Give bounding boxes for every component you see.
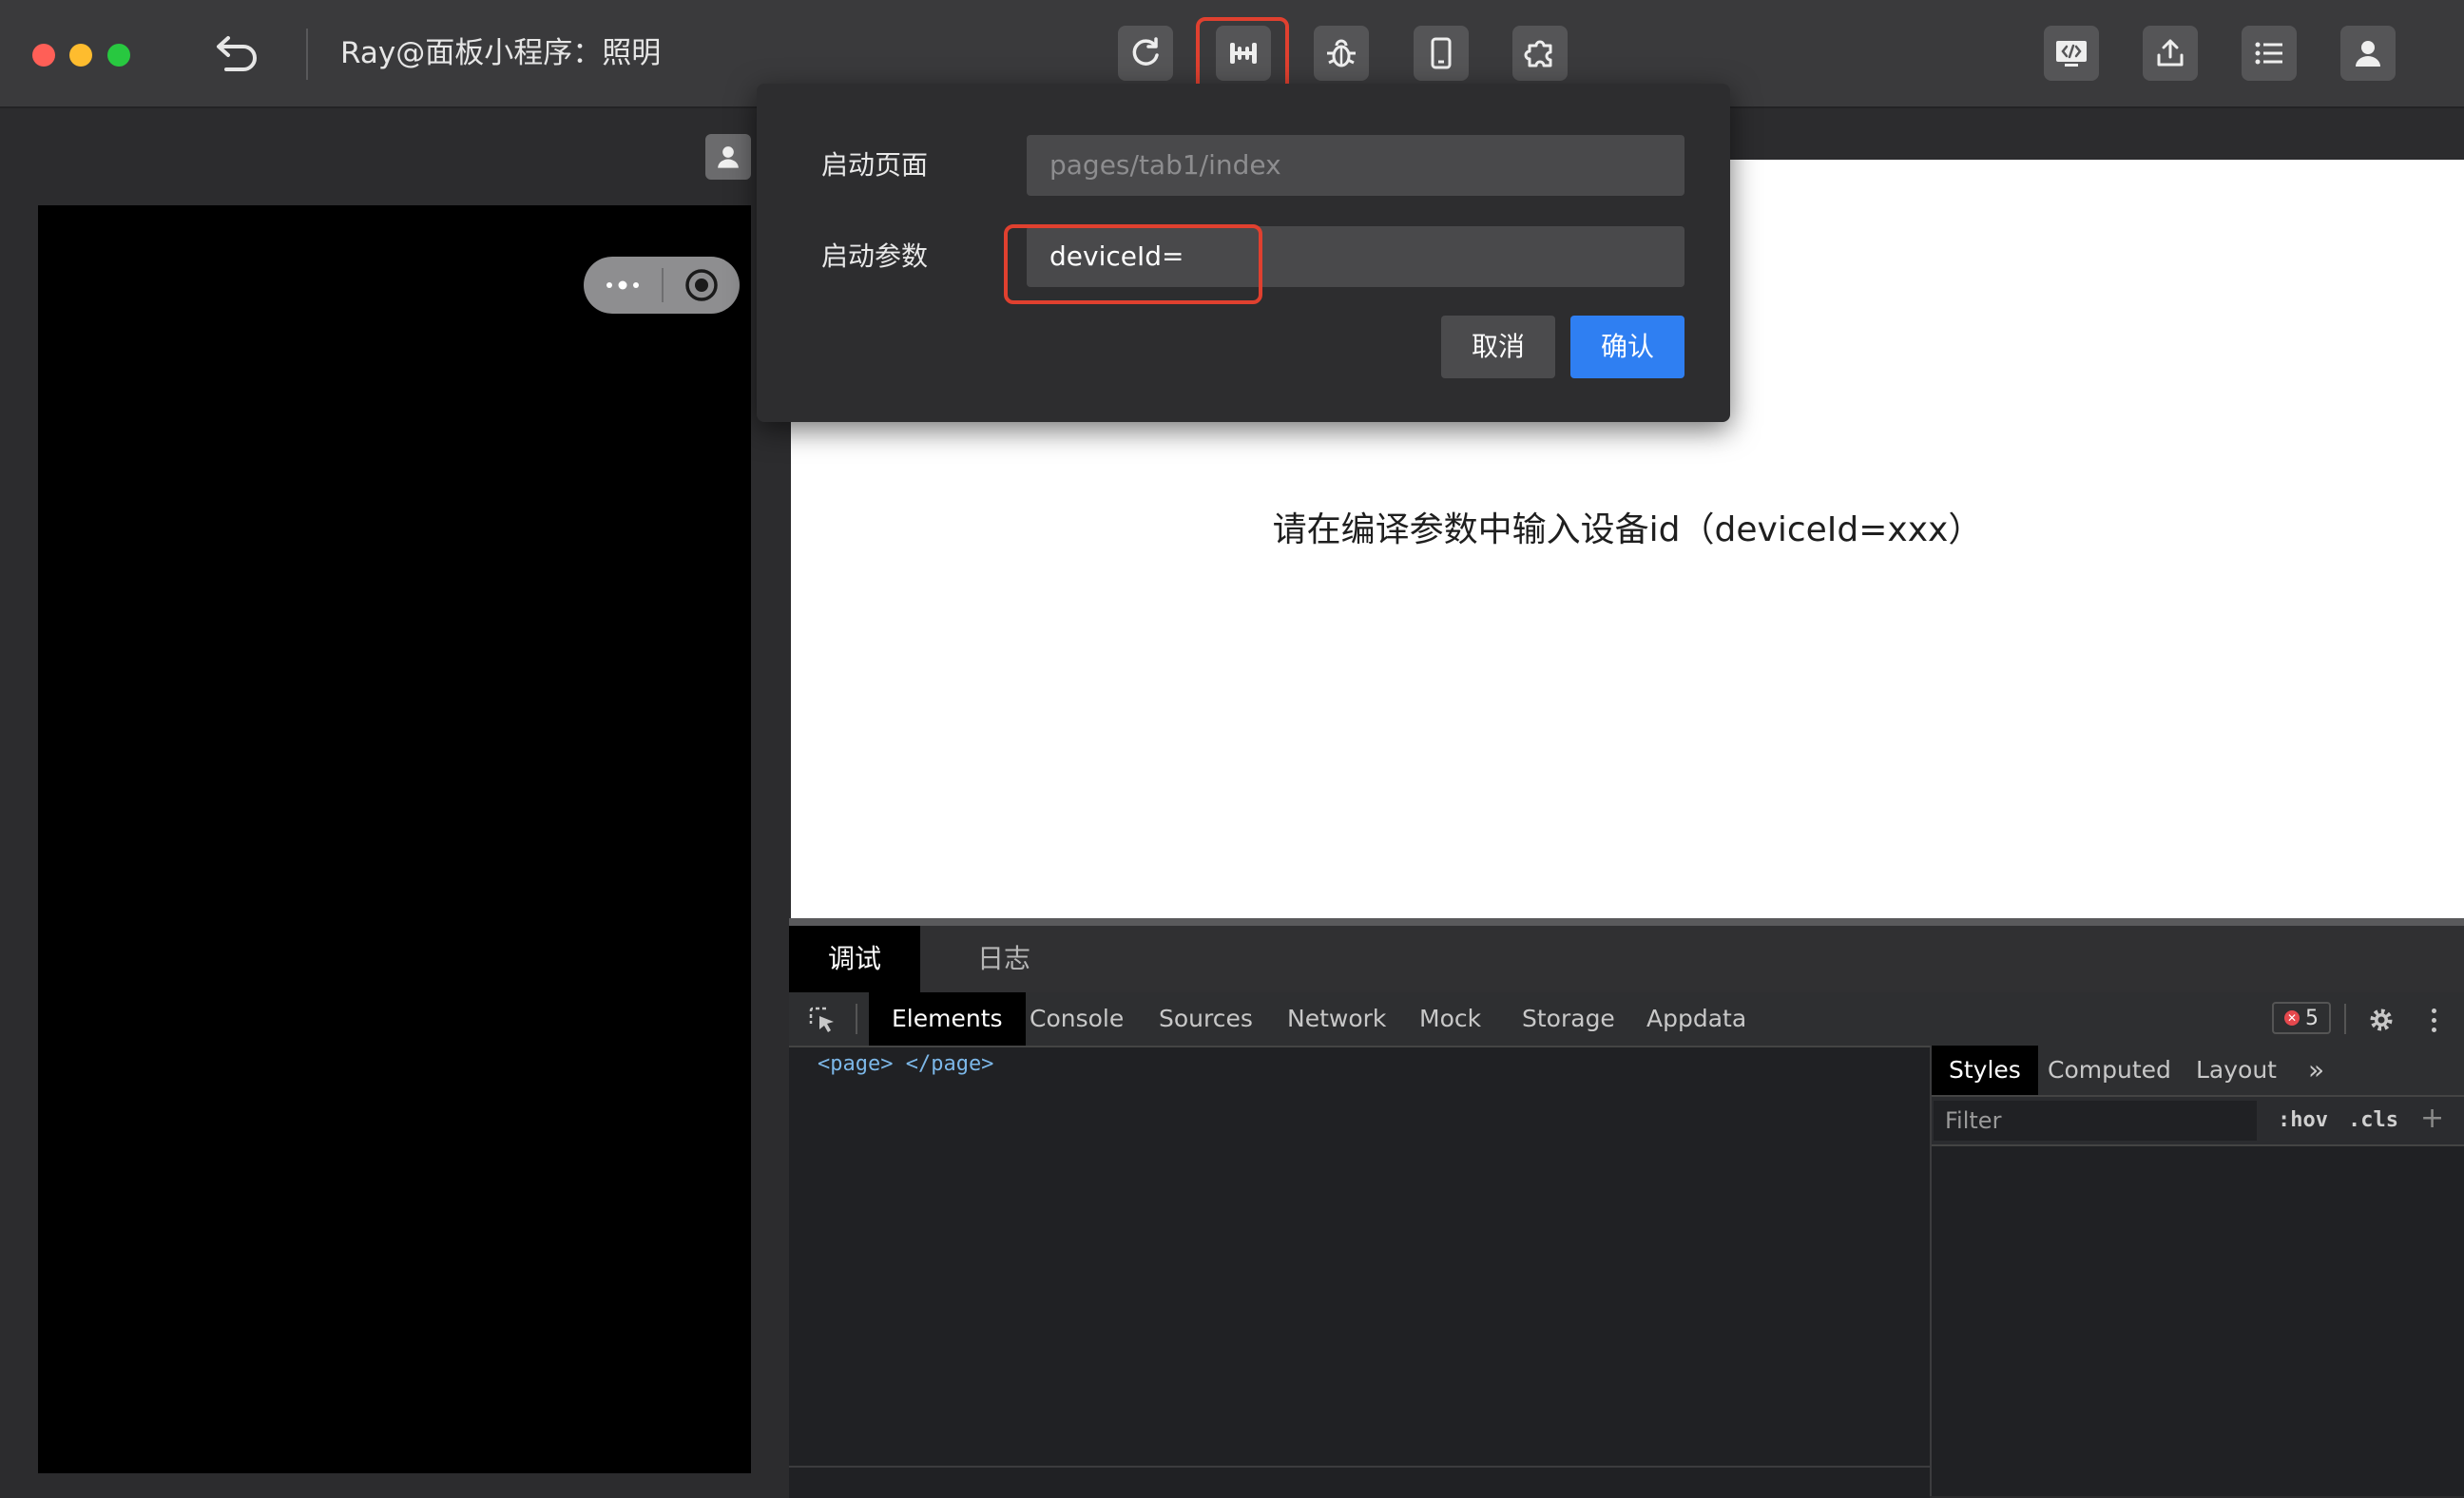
refresh-icon: [1132, 37, 1159, 66]
plugin-button[interactable]: [1512, 26, 1568, 81]
panel-splitter[interactable]: [789, 918, 2464, 926]
params-highlight-box: [1004, 224, 1262, 304]
undo-arrow-icon: [217, 36, 257, 71]
window-minimize-button[interactable]: [69, 44, 92, 67]
devtools-tab-appdata[interactable]: Appdata: [1624, 992, 1769, 1046]
styles-tab-styles[interactable]: Styles: [1932, 1046, 2038, 1095]
start-page-label: 启动页面: [821, 149, 929, 181]
user-icon: [2356, 41, 2380, 67]
start-params-label: 启动参数: [821, 240, 929, 272]
elements-panel: [789, 1047, 1930, 1466]
styles-more-tabs-button[interactable]: »: [2291, 1046, 2341, 1095]
cancel-button[interactable]: 取消: [1441, 316, 1555, 378]
puzzle-icon: [1524, 40, 1552, 67]
window-maximize-button[interactable]: [107, 44, 130, 67]
device-id-hint: 请在编译参数中输入设备id（deviceId=xxx）: [1272, 510, 1983, 549]
tab-log[interactable]: 日志: [941, 926, 1067, 992]
dom-tree-node[interactable]: <page> </page>: [818, 1051, 993, 1078]
hover-state-toggle[interactable]: :hov: [2278, 1101, 2328, 1141]
target-circle-icon: [685, 269, 718, 301]
error-count: 5: [2305, 1006, 2319, 1030]
window-close-button[interactable]: [32, 44, 55, 67]
devtools-tab-storage[interactable]: Storage: [1499, 992, 1638, 1046]
more-dots-icon: [606, 280, 639, 290]
back-button[interactable]: [207, 27, 268, 80]
styles-filter-input[interactable]: Filter: [1934, 1101, 2257, 1141]
elements-breadcrumb-bar: [789, 1466, 1930, 1498]
start-page-input[interactable]: pages/tab1/index: [1027, 135, 1684, 196]
list-icon: [2255, 42, 2282, 65]
inspect-element-button[interactable]: [804, 1002, 840, 1038]
devtools-divider: [856, 1004, 857, 1034]
gear-icon: [2370, 1008, 2393, 1031]
tab-debug[interactable]: 调试: [789, 926, 920, 992]
user-button[interactable]: [2340, 26, 2396, 81]
device-button[interactable]: [1414, 26, 1469, 81]
bug-icon: [1327, 39, 1356, 67]
styles-tab-layout[interactable]: Layout: [2179, 1046, 2294, 1095]
error-count-badge[interactable]: ✕ 5: [2272, 1002, 2331, 1034]
titlebar-divider: [306, 29, 308, 80]
upload-icon: [2157, 39, 2184, 67]
upload-button[interactable]: [2143, 26, 2198, 81]
list-button[interactable]: [2242, 26, 2297, 81]
class-toggle[interactable]: .cls: [2348, 1101, 2398, 1141]
devtools-tab-mock[interactable]: Mock: [1396, 992, 1504, 1046]
refresh-button[interactable]: [1118, 26, 1173, 81]
devtools-tab-network[interactable]: Network: [1264, 992, 1409, 1046]
more-button[interactable]: [584, 257, 662, 314]
user-icon: [718, 146, 739, 168]
devtools-divider: [2344, 1004, 2346, 1034]
devtools-tab-elements[interactable]: Elements: [869, 992, 1026, 1046]
code-preview-button[interactable]: [2044, 26, 2099, 81]
phone-icon: [1431, 37, 1452, 69]
debug-button[interactable]: [1314, 26, 1369, 81]
close-miniprogram-button[interactable]: [664, 257, 740, 314]
error-icon: ✕: [2284, 1010, 2300, 1026]
devtools-more-button[interactable]: [2422, 1002, 2445, 1038]
devtools-tab-console[interactable]: Console: [1007, 992, 1146, 1046]
window-title: Ray@面板小程序：照明: [340, 36, 662, 70]
code-preview-icon: [2056, 41, 2087, 67]
new-style-rule-button[interactable]: +: [2420, 1099, 2444, 1139]
simulator-screen[interactable]: [38, 205, 751, 1473]
devtools-settings-button[interactable]: [2363, 1002, 2399, 1038]
miniprogram-capsule: [584, 257, 740, 314]
confirm-button[interactable]: 确认: [1570, 316, 1684, 378]
simulator-account-button[interactable]: [705, 134, 751, 180]
styles-tab-computed[interactable]: Computed: [2031, 1046, 2188, 1095]
inspect-cursor-icon: [809, 1007, 834, 1032]
devtools-tab-sources[interactable]: Sources: [1136, 992, 1276, 1046]
